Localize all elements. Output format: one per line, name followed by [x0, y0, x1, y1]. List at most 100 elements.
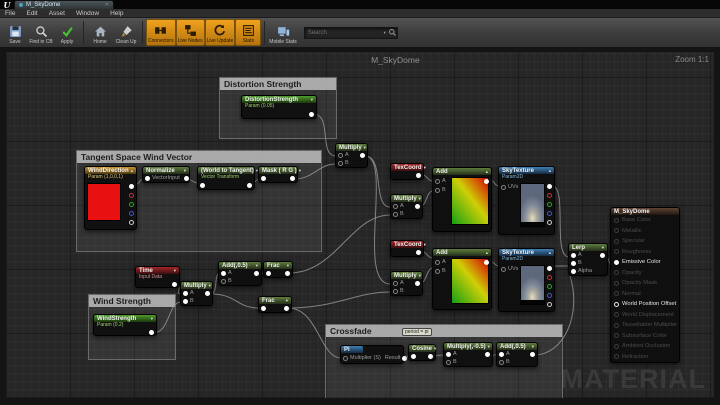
- collapse-icon[interactable]: ▴: [131, 168, 133, 174]
- pin-icon[interactable]: [614, 281, 619, 286]
- node-material-result[interactable]: M_SkyDome Base ColorMetallicSpecularRoug…: [610, 207, 680, 363]
- live-update-button[interactable]: Live Update: [205, 19, 236, 46]
- search-input[interactable]: Search ▾: [304, 27, 398, 39]
- output-pin[interactable]: [290, 176, 295, 181]
- pin-icon[interactable]: [614, 323, 619, 328]
- output-pin[interactable]: [485, 352, 490, 357]
- input-pin[interactable]: [266, 271, 271, 276]
- input-pin-b[interactable]: [393, 289, 398, 294]
- pin-icon[interactable]: [614, 344, 619, 349]
- input-pin-a[interactable]: [393, 204, 398, 209]
- node-frac-1[interactable]: Frac▾: [263, 261, 293, 278]
- collapse-icon[interactable]: ▴: [486, 250, 488, 256]
- output-pin-b[interactable]: [547, 293, 552, 298]
- output-pin-a[interactable]: [547, 302, 552, 307]
- input-pin-b[interactable]: [571, 261, 576, 266]
- output-pin[interactable]: [309, 112, 314, 117]
- collapse-icon[interactable]: ▾: [424, 242, 426, 248]
- input-pin[interactable]: [200, 183, 205, 188]
- node-wind-direction-param[interactable]: WindDirection▴ Param (1,0,0,1): [84, 166, 137, 230]
- output-pin[interactable]: [416, 250, 421, 255]
- menu-item-help[interactable]: Help: [110, 10, 123, 17]
- result-input-opacity-mask[interactable]: Opacity Mask: [611, 278, 679, 289]
- pin-icon[interactable]: [614, 312, 619, 317]
- output-pin[interactable]: [247, 183, 252, 188]
- output-pin[interactable]: [205, 291, 210, 296]
- node-add-uv-2[interactable]: Add▴ A B: [432, 248, 492, 310]
- menu-item-window[interactable]: Window: [76, 10, 99, 17]
- collapse-icon[interactable]: ▾: [419, 196, 421, 202]
- output-pin-g[interactable]: [547, 202, 552, 207]
- input-pin-b[interactable]: [435, 269, 440, 274]
- find-in-cb-button[interactable]: Find in CB: [28, 19, 54, 46]
- input-pin-uvs[interactable]: [501, 267, 506, 272]
- input-pin-a[interactable]: [221, 271, 226, 276]
- result-input-metallic[interactable]: Metallic: [611, 226, 679, 237]
- input-pin-a[interactable]: [435, 179, 440, 184]
- menu-item-edit[interactable]: Edit: [26, 10, 37, 17]
- collapse-icon[interactable]: ▾: [419, 273, 421, 279]
- input-pin-b[interactable]: [435, 188, 440, 193]
- input-pin-a[interactable]: [338, 153, 343, 158]
- input-pin-b[interactable]: [446, 360, 451, 365]
- output-pin[interactable]: [415, 281, 420, 286]
- pin-icon[interactable]: [614, 270, 619, 275]
- result-input-normal[interactable]: Normal: [611, 289, 679, 300]
- collapse-icon[interactable]: ▾: [287, 263, 289, 269]
- input-pin-alpha[interactable]: [571, 269, 576, 274]
- result-input-roughness[interactable]: Roughness: [611, 247, 679, 258]
- output-pin[interactable]: [484, 179, 489, 184]
- apply-button[interactable]: Apply: [54, 19, 80, 46]
- output-pin[interactable]: [284, 306, 289, 311]
- pin-icon[interactable]: [614, 291, 619, 296]
- node-multiply-neg-half[interactable]: Multiply(,-0.5)▾ A B: [443, 342, 493, 367]
- collapse-icon[interactable]: ▾: [434, 346, 436, 352]
- pin-icon[interactable]: [614, 228, 619, 233]
- output-pin[interactable]: [484, 260, 489, 265]
- node-add-half-top[interactable]: Add(,0.5)▾ A B: [218, 261, 262, 286]
- input-pin[interactable]: [261, 176, 266, 181]
- tab-close-icon[interactable]: ✕: [105, 2, 109, 8]
- input-pin[interactable]: [261, 306, 266, 311]
- node-add-half-crossfade[interactable]: Add(,0.5)▾ A B: [496, 342, 538, 367]
- input-pin-uvs[interactable]: [501, 185, 506, 190]
- node-texcoord-1[interactable]: TexCoord▾: [390, 163, 424, 180]
- input-pin-b[interactable]: [338, 161, 343, 166]
- result-input-base-color[interactable]: Base Color: [611, 215, 679, 226]
- output-pin-a[interactable]: [129, 220, 134, 225]
- result-input-ambient-occlusion[interactable]: Ambient Occlusion: [611, 341, 679, 352]
- output-pin[interactable]: [285, 271, 290, 276]
- home-button[interactable]: Home: [87, 19, 113, 46]
- pin-icon[interactable]: [614, 218, 619, 223]
- live-nodes-button[interactable]: Live Nodes: [176, 19, 205, 46]
- collapse-icon[interactable]: ▾: [311, 97, 313, 103]
- output-pin-g[interactable]: [129, 202, 134, 207]
- result-input-world-position-offset[interactable]: World Position Offset: [611, 299, 679, 310]
- result-input-world-displacement[interactable]: World Displacement: [611, 310, 679, 321]
- stats-button[interactable]: Stats: [235, 19, 261, 46]
- node-time[interactable]: Time▾ Input Data: [135, 266, 180, 288]
- collapse-icon[interactable]: ▾: [286, 298, 288, 304]
- output-pin-r[interactable]: [129, 193, 134, 198]
- node-normalize[interactable]: Normalize▾ VectorInput: [142, 166, 190, 183]
- output-pin-b[interactable]: [129, 211, 134, 216]
- collapse-icon[interactable]: ▾: [256, 263, 258, 269]
- asset-tab[interactable]: M_SkyDome ✕: [14, 0, 114, 9]
- menu-item-asset[interactable]: Asset: [49, 10, 65, 17]
- output-pin-r[interactable]: [547, 193, 552, 198]
- output-pin[interactable]: [172, 282, 177, 287]
- node-frac-2[interactable]: Frac▾: [258, 296, 292, 313]
- node-pi-function[interactable]: Pi Multiplier (S)Result: [340, 345, 404, 364]
- collapse-icon[interactable]: ▾: [184, 168, 186, 174]
- result-input-specular[interactable]: Specular: [611, 236, 679, 247]
- result-input-subsurface-color[interactable]: Subsurface Color: [611, 331, 679, 342]
- result-input-emissive-color[interactable]: Emissive Color: [611, 257, 679, 268]
- result-input-refraction[interactable]: Refraction: [611, 352, 679, 363]
- collapse-icon[interactable]: ▾: [532, 344, 534, 350]
- input-pin-multiplier[interactable]: [343, 356, 348, 361]
- menu-item-file[interactable]: File: [5, 10, 15, 17]
- save-button[interactable]: Save: [2, 19, 28, 46]
- input-pin-b[interactable]: [183, 299, 188, 304]
- output-pin-g[interactable]: [547, 284, 552, 289]
- output-pin-a[interactable]: [547, 220, 552, 225]
